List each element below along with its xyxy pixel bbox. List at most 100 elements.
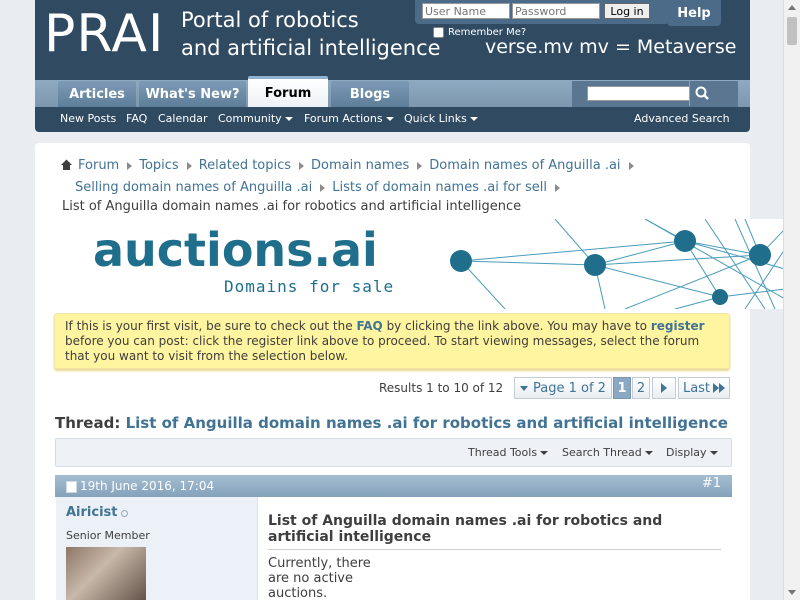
- breadcrumb-separator-icon: [417, 161, 423, 170]
- post-username[interactable]: Airicist: [66, 505, 118, 520]
- tab-blogs[interactable]: Blogs: [331, 81, 409, 107]
- site-tagline: Portal of robotics and artificial intell…: [181, 6, 441, 62]
- first-visit-notice: If this is your first visit, be sure to …: [54, 313, 730, 369]
- breadcrumb-topics[interactable]: Topics: [139, 158, 178, 173]
- scroll-up-icon[interactable]: [788, 5, 796, 10]
- faq-link[interactable]: FAQ: [356, 319, 382, 333]
- network-graphic-icon: [450, 219, 783, 309]
- subnav-community[interactable]: Community: [218, 112, 293, 125]
- thread-title-link[interactable]: List of Anguilla domain names .ai for ro…: [126, 414, 728, 432]
- post-message: Currently, there are no active auctions.: [268, 556, 371, 600]
- chevron-down-icon: [520, 385, 529, 391]
- notice-text-2: by clicking the link above. You may have…: [382, 319, 651, 333]
- marquee-text[interactable]: verse.mv mv = Metaverse: [485, 36, 750, 58]
- thread-tools-label: Thread Tools: [468, 446, 538, 459]
- community-label: Community: [218, 112, 282, 125]
- breadcrumb-separator-icon: [320, 183, 326, 192]
- breadcrumb-domain-names[interactable]: Domain names: [311, 158, 409, 173]
- page-scrollbar[interactable]: [783, 0, 800, 600]
- remember-checkbox[interactable]: [433, 27, 444, 38]
- subnav-forum-actions[interactable]: Forum Actions: [304, 112, 394, 125]
- home-icon[interactable]: [60, 158, 73, 171]
- breadcrumb-lists[interactable]: Lists of domain names .ai for sell: [332, 180, 547, 195]
- user-title: Senior Member: [66, 529, 150, 542]
- quick-links-label: Quick Links: [404, 112, 467, 125]
- thread-tools-menu[interactable]: Thread Tools: [468, 446, 549, 459]
- thread-title: Thread: List of Anguilla domain names .a…: [55, 414, 728, 432]
- next-page-button[interactable]: [652, 377, 676, 399]
- chevron-down-icon: [385, 117, 394, 121]
- subnav-new-posts[interactable]: New Posts: [60, 112, 116, 125]
- post-body: List of Anguilla domain names .ai for ro…: [257, 497, 732, 600]
- results-count: Results 1 to 10 of 12: [379, 381, 504, 395]
- avatar[interactable]: [66, 547, 146, 600]
- subnav-faq[interactable]: FAQ: [126, 112, 147, 125]
- scroll-down-icon[interactable]: [788, 590, 796, 595]
- last-page-button[interactable]: Last: [678, 377, 730, 399]
- double-chevron-right-icon: [713, 383, 726, 393]
- post-header: 19th June 2016, 17:04 #1: [55, 475, 732, 497]
- breadcrumb-separator-icon: [628, 161, 634, 170]
- subnav-calendar[interactable]: Calendar: [158, 112, 207, 125]
- login-box: Log in: [415, 0, 669, 24]
- register-link[interactable]: register: [651, 319, 705, 333]
- banner-subtitle: Domains for sale: [224, 277, 395, 296]
- thread-prefix: Thread:: [55, 414, 126, 432]
- search-thread-label: Search Thread: [562, 446, 642, 459]
- main-nav: Articles What's New? Forum Blogs: [35, 76, 750, 107]
- display-menu[interactable]: Display: [666, 446, 718, 459]
- breadcrumb-separator-icon: [186, 161, 192, 170]
- help-button[interactable]: Help: [667, 0, 721, 26]
- notice-text-3: before you can post: click the register …: [65, 334, 700, 363]
- password-input[interactable]: [512, 3, 600, 19]
- display-label: Display: [666, 446, 707, 459]
- chevron-down-icon: [284, 117, 293, 121]
- post-number-link[interactable]: #1: [702, 476, 721, 491]
- tab-whats-new[interactable]: What's New?: [139, 81, 246, 107]
- scrollbar-thumb[interactable]: [787, 17, 797, 45]
- banner-title: auctions.ai: [93, 223, 378, 277]
- offline-status-icon: [121, 510, 128, 517]
- breadcrumb-related-topics[interactable]: Related topics: [199, 158, 291, 173]
- subnav-quick-links[interactable]: Quick Links: [404, 112, 478, 125]
- username-input[interactable]: [422, 3, 510, 19]
- search-button[interactable]: [689, 81, 713, 106]
- login-button[interactable]: Log in: [604, 3, 650, 19]
- breadcrumb-selling[interactable]: Selling domain names of Anguilla .ai: [75, 180, 312, 195]
- page-jump-dropdown[interactable]: Page 1 of 2: [514, 377, 612, 399]
- advanced-search-link[interactable]: Advanced Search: [634, 112, 730, 125]
- site-header: PRAI Portal of robotics and artificial i…: [35, 0, 750, 80]
- page-2-button[interactable]: 2: [632, 377, 650, 399]
- search-thread-menu[interactable]: Search Thread: [562, 446, 653, 459]
- auctions-banner[interactable]: auctions.ai Domains for sale: [55, 219, 783, 309]
- breadcrumb-separator-icon: [299, 161, 305, 170]
- forum-actions-label: Forum Actions: [304, 112, 383, 125]
- site-logo[interactable]: PRAI: [44, 4, 164, 64]
- post-user-info: Airicist Senior Member: [56, 497, 257, 600]
- chevron-down-icon: [469, 117, 478, 121]
- chevron-down-icon: [540, 451, 549, 455]
- thread-tools-bar: Thread Tools Search Thread Display: [55, 438, 732, 467]
- sub-nav: New Posts FAQ Calendar Community Forum A…: [35, 107, 750, 132]
- breadcrumb: Forum Topics Related topics Domain names Dom…: [60, 155, 740, 199]
- post-icon: [66, 481, 77, 493]
- page-1-button[interactable]: 1: [613, 377, 631, 399]
- tab-articles[interactable]: Articles: [58, 81, 136, 107]
- search-icon: [695, 86, 709, 100]
- page-of-label: Page 1 of 2: [533, 380, 606, 396]
- tab-forum[interactable]: Forum: [248, 76, 328, 107]
- breadcrumb-separator-icon: [554, 183, 560, 192]
- notice-text-1: If this is your first visit, be sure to …: [65, 319, 357, 333]
- chevron-right-icon: [661, 383, 667, 393]
- post-title: List of Anguilla domain names .ai for ro…: [268, 513, 663, 545]
- breadcrumb-current: List of Anguilla domain names .ai for ro…: [62, 199, 522, 214]
- chevron-down-icon: [644, 451, 653, 455]
- breadcrumb-forum[interactable]: Forum: [78, 158, 119, 173]
- chevron-down-icon: [709, 451, 718, 455]
- last-label: Last: [682, 380, 711, 396]
- breadcrumb-separator-icon: [127, 161, 133, 170]
- tagline-line2: and artificial intelligence: [181, 36, 441, 60]
- breadcrumb-anguilla[interactable]: Domain names of Anguilla .ai: [429, 158, 620, 173]
- tagline-line1: Portal of robotics: [181, 8, 359, 32]
- post-date: 19th June 2016, 17:04: [80, 479, 215, 493]
